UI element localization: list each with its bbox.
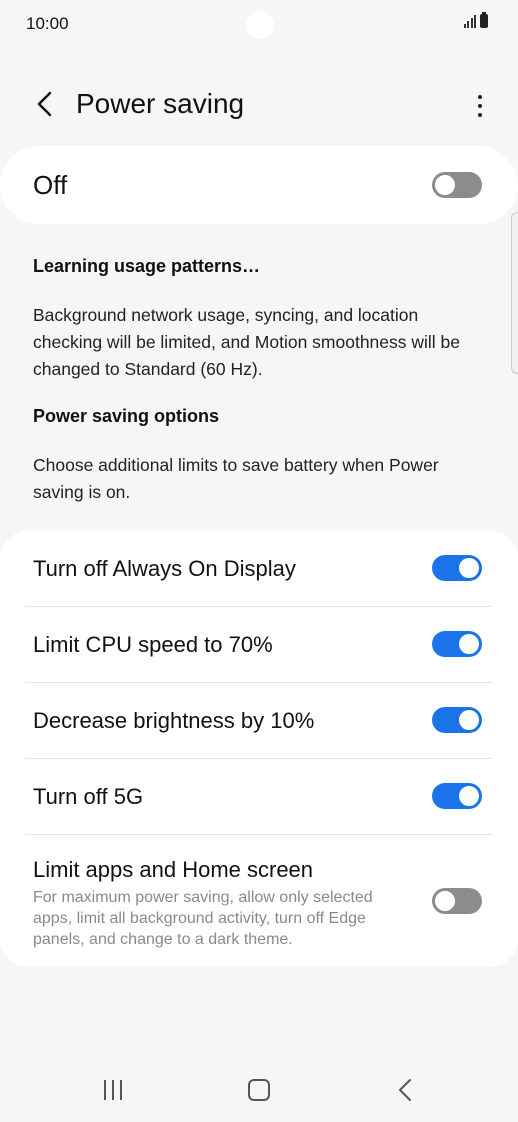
option-label: Limit apps and Home screen bbox=[33, 857, 314, 882]
option-label: Decrease brightness by 10% bbox=[33, 708, 315, 733]
navigation-bar bbox=[0, 1060, 518, 1120]
chevron-left-icon bbox=[37, 91, 52, 117]
nav-back-button[interactable] bbox=[396, 1078, 416, 1102]
master-switch-label: Off bbox=[33, 170, 68, 200]
option-subtitle: For maximum power saving, allow only sel… bbox=[33, 889, 373, 948]
master-toggle[interactable] bbox=[432, 172, 482, 198]
back-button[interactable] bbox=[26, 84, 62, 124]
options-card: Turn off Always On Display Limit CPU spe… bbox=[0, 531, 518, 967]
status-time: 10:00 bbox=[26, 14, 69, 33]
option-label: Turn off Always On Display bbox=[33, 556, 296, 581]
master-switch-card[interactable]: Off bbox=[0, 146, 518, 224]
option-row-5g[interactable]: Turn off 5G bbox=[0, 759, 518, 835]
option-label: Turn off 5G bbox=[33, 784, 144, 809]
always-on-display-toggle[interactable] bbox=[432, 555, 482, 581]
app-bar: Power saving bbox=[0, 70, 518, 140]
learning-title: Learning usage patterns… bbox=[33, 256, 261, 276]
battery-icon bbox=[480, 12, 488, 28]
recents-icon bbox=[104, 1080, 106, 1100]
option-row-limit-apps[interactable]: Limit apps and Home screen For maximum p… bbox=[0, 835, 518, 967]
signal-icon bbox=[463, 14, 476, 28]
status-icons bbox=[463, 12, 488, 28]
brightness-toggle[interactable] bbox=[432, 707, 482, 733]
camera-cutout bbox=[246, 11, 274, 39]
options-section-title: Power saving options bbox=[33, 406, 220, 426]
status-bar: 10:00 bbox=[0, 0, 518, 48]
option-row-always-on-display[interactable]: Turn off Always On Display bbox=[0, 531, 518, 607]
options-section-description: Choose additional limits to save battery… bbox=[33, 455, 439, 502]
option-label: Limit CPU speed to 70% bbox=[33, 632, 273, 657]
option-row-brightness[interactable]: Decrease brightness by 10% bbox=[0, 683, 518, 759]
page-title: Power saving bbox=[76, 88, 245, 119]
more-options-button[interactable] bbox=[468, 88, 492, 124]
more-vert-icon bbox=[478, 95, 482, 99]
learning-description: Background network usage, syncing, and l… bbox=[33, 305, 461, 379]
cpu-speed-toggle[interactable] bbox=[432, 631, 482, 657]
limit-apps-toggle[interactable] bbox=[432, 888, 482, 914]
home-button[interactable] bbox=[248, 1079, 270, 1101]
scrollbar[interactable] bbox=[511, 212, 518, 374]
5g-toggle[interactable] bbox=[432, 783, 482, 809]
recent-apps-button[interactable] bbox=[104, 1080, 122, 1100]
option-row-cpu-speed[interactable]: Limit CPU speed to 70% bbox=[0, 607, 518, 683]
